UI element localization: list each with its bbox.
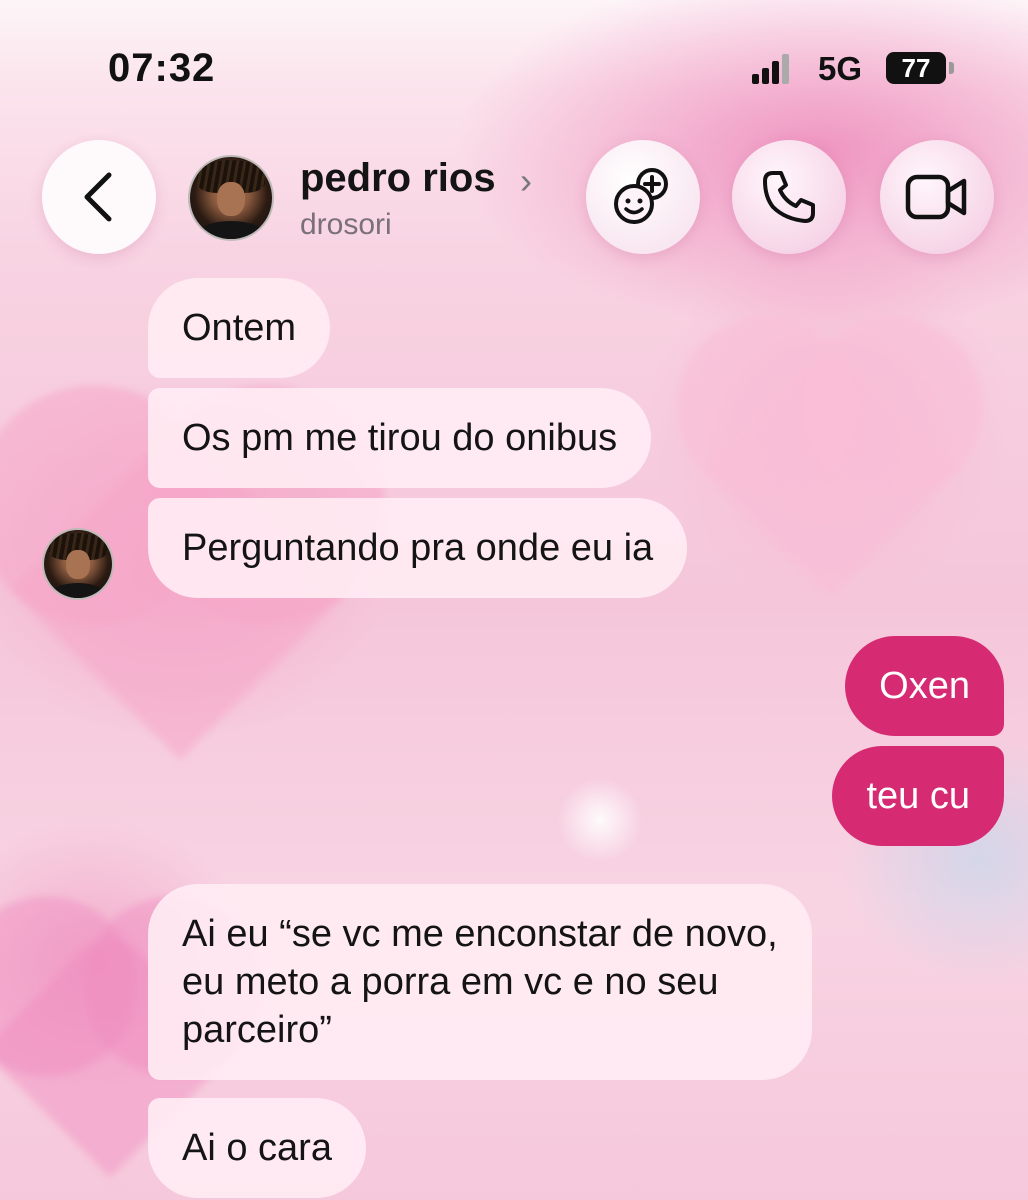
status-time: 07:32 bbox=[108, 46, 216, 90]
battery-icon: 77 bbox=[886, 52, 946, 84]
sent-message[interactable]: Oxen bbox=[845, 636, 1004, 736]
chat-bubbles-add-icon bbox=[614, 168, 668, 224]
received-message[interactable]: Ai o cara bbox=[148, 1098, 366, 1198]
signal-icon bbox=[752, 52, 792, 84]
voice-call-button[interactable] bbox=[732, 140, 846, 254]
network-type: 5G bbox=[818, 50, 863, 87]
sent-message[interactable]: teu cu bbox=[832, 746, 1004, 846]
chevron-left-icon bbox=[84, 172, 112, 222]
battery-cap bbox=[949, 62, 954, 74]
phone-icon bbox=[763, 171, 815, 223]
video-camera-icon bbox=[905, 174, 967, 220]
contact-name[interactable]: pedro rios bbox=[300, 156, 496, 201]
received-message[interactable]: Perguntando pra onde eu ia bbox=[148, 498, 688, 598]
contact-username: drosori bbox=[300, 208, 392, 241]
chevron-right-icon[interactable]: › bbox=[520, 160, 532, 202]
background-heart bbox=[702, 342, 958, 598]
received-message[interactable]: Os pm me tirou do onibus bbox=[148, 388, 652, 488]
sender-avatar[interactable] bbox=[42, 528, 114, 600]
contact-avatar[interactable] bbox=[188, 155, 274, 241]
received-message[interactable]: Ai eu “se vc me enconstar de novo, eu me… bbox=[148, 884, 812, 1080]
back-button[interactable] bbox=[42, 140, 156, 254]
video-call-button[interactable] bbox=[880, 140, 994, 254]
group-chat-button[interactable] bbox=[586, 140, 700, 254]
received-message[interactable]: Ontem bbox=[148, 278, 331, 378]
